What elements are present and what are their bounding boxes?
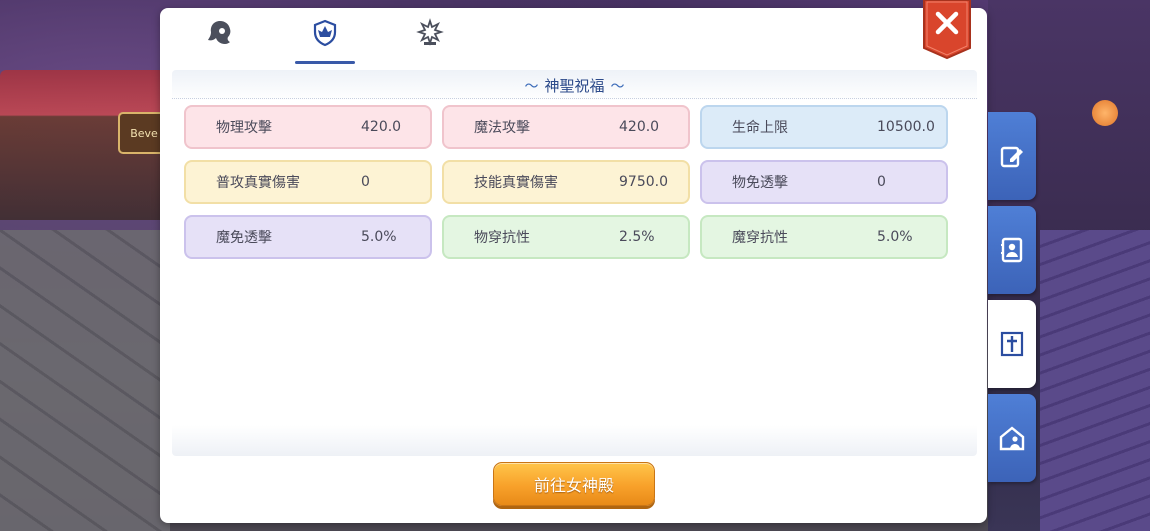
blessing-panel: 〜神聖祝福〜 物理攻擊 420.0 魔法攻擊 420.0 生命上限 10500.… bbox=[160, 0, 987, 523]
stat-value: 5.0% bbox=[877, 229, 913, 245]
go-to-temple-button[interactable]: 前往女神殿 bbox=[493, 462, 655, 506]
contact-book-icon bbox=[1001, 237, 1023, 263]
stat-card: 魔免透擊 5.0% bbox=[184, 215, 432, 259]
swirl-left-ornament: 〜 bbox=[524, 79, 539, 95]
cross-icon bbox=[1000, 331, 1024, 357]
stat-card: 生命上限 10500.0 bbox=[700, 105, 948, 149]
stat-label: 普攻真實傷害 bbox=[216, 175, 300, 191]
stat-card: 普攻真實傷害 0 bbox=[184, 160, 432, 204]
edit-note-icon bbox=[1000, 146, 1023, 168]
background-plaza-ground bbox=[0, 230, 170, 531]
stat-value: 420.0 bbox=[619, 119, 660, 135]
close-button[interactable] bbox=[922, 0, 972, 60]
stat-label: 魔穿抗性 bbox=[732, 230, 788, 246]
stat-value: 5.0% bbox=[361, 229, 397, 245]
tab-blessing[interactable] bbox=[295, 18, 355, 64]
stat-value: 0 bbox=[361, 174, 370, 190]
stat-label: 物理攻擊 bbox=[216, 120, 272, 136]
hair-silhouette-icon bbox=[208, 21, 231, 44]
stat-label: 物免透擊 bbox=[732, 175, 788, 191]
stat-label: 物穿抗性 bbox=[474, 230, 530, 246]
side-tab-sanctuary[interactable] bbox=[988, 300, 1036, 388]
section-title: 〜神聖祝福〜 bbox=[172, 74, 977, 98]
stat-card: 技能真實傷害 9750.0 bbox=[442, 160, 690, 204]
side-tab-edit[interactable] bbox=[988, 112, 1036, 200]
side-tab-guild-house[interactable] bbox=[988, 394, 1036, 482]
stat-value: 10500.0 bbox=[877, 119, 935, 135]
stat-card: 物理攻擊 420.0 bbox=[184, 105, 432, 149]
close-icon bbox=[923, 0, 971, 60]
shield-crest-icon bbox=[313, 19, 337, 47]
stat-card: 物穿抗性 2.5% bbox=[442, 215, 690, 259]
stat-label: 生命上限 bbox=[732, 120, 788, 136]
tab-emblem[interactable] bbox=[400, 18, 460, 64]
stat-label: 魔免透擊 bbox=[216, 230, 272, 246]
section-title-text: 神聖祝福 bbox=[544, 77, 605, 95]
stat-card: 物免透擊 0 bbox=[700, 160, 948, 204]
stat-card: 魔穿抗性 5.0% bbox=[700, 215, 948, 259]
stat-label: 技能真實傷害 bbox=[474, 175, 558, 191]
sparkle-emblem-icon bbox=[416, 18, 444, 46]
house-person-icon bbox=[999, 426, 1025, 451]
stat-label: 魔法攻擊 bbox=[474, 120, 530, 136]
section-divider bbox=[172, 98, 977, 99]
tab-appearance[interactable] bbox=[190, 18, 250, 64]
panel-tab-bar bbox=[160, 8, 860, 70]
stat-value: 2.5% bbox=[619, 229, 655, 245]
stat-card: 魔法攻擊 420.0 bbox=[442, 105, 690, 149]
swirl-right-ornament: 〜 bbox=[610, 79, 625, 95]
stat-value: 0 bbox=[877, 174, 886, 190]
side-tab-contacts[interactable] bbox=[988, 206, 1036, 294]
stats-content-area: 〜神聖祝福〜 物理攻擊 420.0 魔法攻擊 420.0 生命上限 10500.… bbox=[172, 70, 977, 456]
shop-sign-text: Beve bbox=[130, 126, 158, 140]
stat-value: 9750.0 bbox=[619, 174, 668, 190]
background-lantern bbox=[1092, 100, 1118, 126]
background-roof bbox=[1040, 230, 1150, 531]
stat-value: 420.0 bbox=[361, 119, 402, 135]
